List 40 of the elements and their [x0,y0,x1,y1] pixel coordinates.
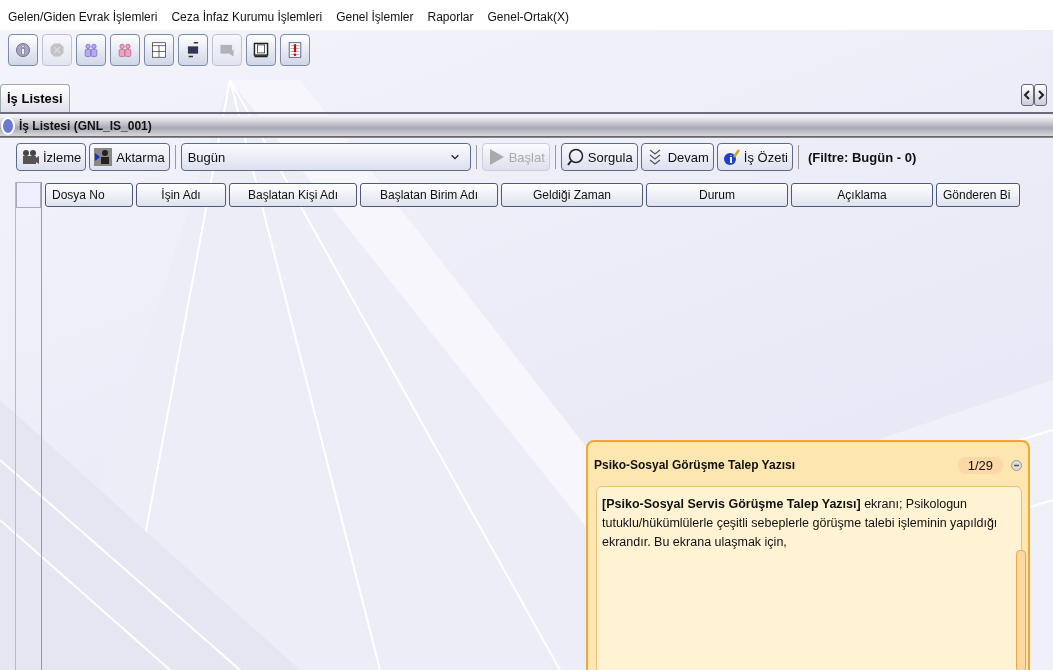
panel-icon [0,117,16,135]
column-header[interactable]: Açıklama [791,183,933,207]
alert-icon [287,39,303,61]
info-pen-icon [721,148,740,166]
menu-item[interactable]: Raporlar [427,10,474,24]
scroll-left-icon[interactable] [1021,84,1034,106]
toolbar-button[interactable]: İş Özeti [716,143,793,171]
toolbar-button[interactable]: Devam [640,143,714,171]
scroll-right-icon[interactable] [1034,84,1047,106]
column-header[interactable]: Durum [646,183,788,207]
camera-icon [21,148,39,166]
corner-cell [16,182,41,208]
panel-title: İş Listesi (GNL_IS_001) [19,119,152,133]
column-header[interactable]: İşin Adı [136,183,226,207]
filter-label: (Filtre: Bugün - 0) [807,149,917,165]
menu-item[interactable]: Genel İşlemler [336,10,414,24]
menu-item[interactable]: Gelen/Giden Evrak İşlemleri [8,10,158,24]
column-header[interactable]: Geldiği Zaman [501,183,643,207]
popup-title: Psiko-Sosyal Görüşme Talep Yazısı [594,458,796,472]
collapse-icon[interactable] [1011,459,1022,471]
column-header[interactable]: Gönderen Bi [936,183,1020,207]
calculator-icon [151,39,167,61]
menu-item[interactable]: Ceza İnfaz Kurumu İşlemleri [171,10,323,24]
tab[interactable]: İş Listesi [0,84,70,112]
search-icon [565,148,584,166]
toolbar-button[interactable] [246,34,276,66]
menu-item[interactable]: Genel-Ortak(X) [487,10,569,24]
column-header[interactable]: Başlatan Birim Adı [360,183,498,207]
column-header[interactable]: Dosya No [45,183,133,207]
help-text: [Psiko-Sosyal Servis Görüşme Talep Yazısı] ekranı; Psikologun tutuklu/hükümlülerle çeşitli sebeplerle görüşme talebi işleminin yapıldığı ekrandır. Bu ekrana ulaşmak için, [602,497,998,549]
toolbar-button[interactable]: Sorgula [560,143,638,171]
caret-icon [449,152,460,162]
scrollbar[interactable] [1016,550,1026,670]
page-counter: 1/29 [957,456,1003,474]
toolbar-button[interactable]: İzleme [16,143,87,171]
person-icon [94,148,113,166]
period-dropdown[interactable]: Bugün [180,143,471,171]
toolbar-button[interactable] [178,34,208,66]
toolbar-button[interactable]: Aktarma [89,143,170,171]
column-header[interactable]: Başlatan Kişi Adı [229,183,357,207]
